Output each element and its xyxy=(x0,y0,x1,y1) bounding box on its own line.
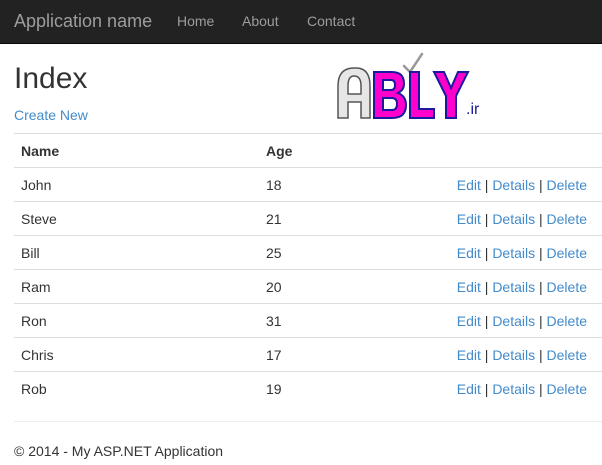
edit-link[interactable]: Edit xyxy=(457,211,481,227)
cell-actions: Edit | Details | Delete xyxy=(416,167,602,202)
cell-age: 19 xyxy=(259,371,416,405)
table-row: Steve 21 Edit | Details | Delete xyxy=(14,201,602,236)
details-link[interactable]: Details xyxy=(492,347,535,363)
edit-link[interactable]: Edit xyxy=(457,381,481,397)
cell-age: 31 xyxy=(259,303,416,338)
header-name: Name xyxy=(14,133,259,168)
nav-about[interactable]: About xyxy=(242,12,279,30)
edit-link[interactable]: Edit xyxy=(457,279,481,295)
cell-actions: Edit | Details | Delete xyxy=(416,235,602,270)
action-separator: | xyxy=(539,380,543,397)
table-row: Ron 31 Edit | Details | Delete xyxy=(14,303,602,338)
delete-link[interactable]: Delete xyxy=(547,279,587,295)
delete-link[interactable]: Delete xyxy=(547,245,587,261)
cell-age: 18 xyxy=(259,167,416,202)
footer-copyright: © 2014 - My ASP.NET Application xyxy=(14,443,224,459)
cell-actions: Edit | Details | Delete xyxy=(416,269,602,304)
cell-actions: Edit | Details | Delete xyxy=(416,371,602,405)
details-link[interactable]: Details xyxy=(492,211,535,227)
navbar: Application name Home About Contact xyxy=(0,0,602,44)
cell-actions: Edit | Details | Delete xyxy=(416,337,602,372)
table-row: Bill 25 Edit | Details | Delete xyxy=(14,235,602,270)
details-link[interactable]: Details xyxy=(492,381,535,397)
edit-link[interactable]: Edit xyxy=(457,177,481,193)
delete-link[interactable]: Delete xyxy=(547,347,587,363)
action-separator: | xyxy=(539,312,543,329)
table-row: Rob 19 Edit | Details | Delete xyxy=(14,371,602,405)
cell-name: John xyxy=(14,167,259,202)
action-separator: | xyxy=(539,278,543,295)
table-row: Ram 20 Edit | Details | Delete xyxy=(14,269,602,304)
delete-link[interactable]: Delete xyxy=(547,177,587,193)
action-separator: | xyxy=(484,244,489,261)
cell-name: Ram xyxy=(14,269,259,304)
details-link[interactable]: Details xyxy=(492,177,535,193)
header-actions xyxy=(416,133,602,168)
people-table: Name Age John 18 Edit | Details | Delete St… xyxy=(14,133,602,405)
cell-actions: Edit | Details | Delete xyxy=(416,303,602,338)
delete-link[interactable]: Delete xyxy=(547,381,587,397)
details-link[interactable]: Details xyxy=(492,245,535,261)
checkmark-icon xyxy=(402,52,424,74)
action-separator: | xyxy=(484,312,489,329)
action-separator: | xyxy=(539,244,543,261)
edit-link[interactable]: Edit xyxy=(457,347,481,363)
cell-name: Rob xyxy=(14,371,259,405)
cell-age: 21 xyxy=(259,201,416,236)
action-separator: | xyxy=(484,278,489,295)
delete-link[interactable]: Delete xyxy=(547,313,587,329)
nav-home[interactable]: Home xyxy=(177,12,214,30)
cell-actions: Edit | Details | Delete xyxy=(416,201,602,236)
edit-link[interactable]: Edit xyxy=(457,245,481,261)
svg-text:.ir: .ir xyxy=(466,101,480,118)
create-new-link[interactable]: Create New xyxy=(14,106,88,124)
brand-link[interactable]: Application name xyxy=(14,10,152,32)
cell-age: 25 xyxy=(259,235,416,270)
action-separator: | xyxy=(484,210,489,227)
table-header-row: Name Age xyxy=(14,133,602,168)
cell-name: Steve xyxy=(14,201,259,236)
cell-name: Chris xyxy=(14,337,259,372)
action-separator: | xyxy=(484,176,489,193)
cell-name: Bill xyxy=(14,235,259,270)
header-age: Age xyxy=(259,133,416,168)
edit-link[interactable]: Edit xyxy=(457,313,481,329)
action-separator: | xyxy=(539,176,543,193)
table-bottom-rule xyxy=(14,421,602,422)
action-separator: | xyxy=(484,346,489,363)
details-link[interactable]: Details xyxy=(492,279,535,295)
table-row: John 18 Edit | Details | Delete xyxy=(14,167,602,202)
details-link[interactable]: Details xyxy=(492,313,535,329)
action-separator: | xyxy=(539,210,543,227)
table-row: Chris 17 Edit | Details | Delete xyxy=(14,337,602,372)
action-separator: | xyxy=(484,380,489,397)
ably-watermark-logo: .ir xyxy=(337,52,480,119)
nav-contact[interactable]: Contact xyxy=(307,12,355,30)
cell-age: 20 xyxy=(259,269,416,304)
page-title: Index xyxy=(14,62,88,95)
table-body: John 18 Edit | Details | Delete Steve 21 Edit… xyxy=(14,167,602,405)
cell-age: 17 xyxy=(259,337,416,372)
cell-name: Ron xyxy=(14,303,259,338)
delete-link[interactable]: Delete xyxy=(547,211,587,227)
action-separator: | xyxy=(539,346,543,363)
